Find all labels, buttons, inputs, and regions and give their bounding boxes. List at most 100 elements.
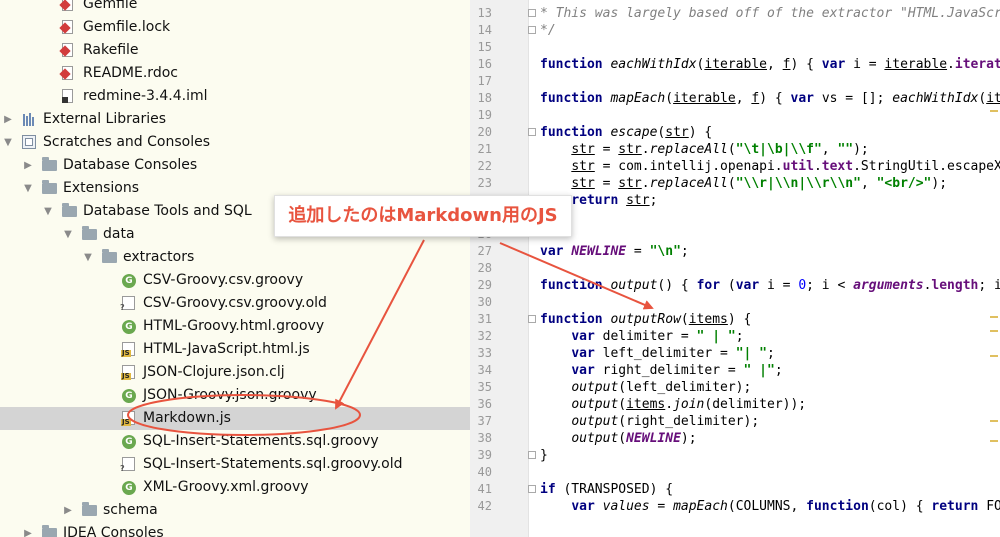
expanded-arrow-icon[interactable]: ▼: [42, 200, 54, 223]
code-text: str = str.replaceAll("\\r|\\n|\\r\\n", "…: [540, 175, 947, 192]
code-line[interactable]: 41 if (TRANSPOSED) {: [470, 481, 1000, 498]
code-line[interactable]: 22 str = com.intellij.openapi.util.text.…: [470, 158, 1000, 175]
tree-item-label: JSON-Clojure.json.clj: [143, 364, 285, 380]
code-line[interactable]: 42 var values = mapEach(COLUMNS, functio…: [470, 498, 1000, 515]
fold-marker-icon[interactable]: [528, 451, 536, 459]
project-tree: Gemfile Gemfile.lock Rakefile README.rdoc re…: [0, 0, 470, 537]
tree-item[interactable]: G SQL-Insert-Statements.sql.groovy: [0, 430, 470, 453]
code-token: output: [571, 431, 619, 446]
code-token: left_delimiter =: [602, 346, 736, 361]
code-line[interactable]: 34 var right_delimiter = " |";: [470, 362, 1000, 379]
ruby-file-icon: [59, 43, 73, 57]
tree-item[interactable]: ▶ IDEA Consoles: [0, 522, 470, 537]
tree-item[interactable]: Rakefile: [0, 39, 470, 62]
tree-item-label: Scratches and Consoles: [43, 134, 210, 150]
code-line[interactable]: 36 output(items.join(delimiter));: [470, 396, 1000, 413]
line-number: 33: [477, 346, 492, 360]
code-line[interactable]: 27 var NEWLINE = "\n";: [470, 243, 1000, 260]
tree-item[interactable]: G HTML-Groovy.html.groovy: [0, 315, 470, 338]
tree-item[interactable]: SQL-Insert-Statements.sql.groovy.old: [0, 453, 470, 476]
ruby-file-icon: [59, 0, 73, 11]
line-number: 37: [477, 414, 492, 428]
tree-item[interactable]: CSV-Groovy.csv.groovy.old: [0, 292, 470, 315]
collapsed-arrow-icon[interactable]: ▶: [2, 108, 14, 131]
code-token: function: [806, 499, 869, 514]
expanded-arrow-icon[interactable]: ▼: [82, 246, 94, 269]
code-token: " | ": [696, 329, 736, 344]
collapsed-arrow-icon[interactable]: ▶: [62, 499, 74, 522]
code-token: ,: [821, 142, 838, 157]
tree-item[interactable]: redmine-3.4.4.iml: [0, 85, 470, 108]
code-line[interactable]: 28: [470, 260, 1000, 277]
expanded-arrow-icon[interactable]: ▼: [22, 177, 34, 200]
code-token: ;: [774, 363, 783, 378]
code-token: NEWLINE: [626, 431, 681, 446]
fold-marker-icon[interactable]: [528, 315, 536, 323]
code-line[interactable]: 40: [470, 464, 1000, 481]
code-token: (TRANSPOSED) {: [563, 482, 674, 497]
tree-item[interactable]: Markdown.js: [0, 407, 470, 430]
code-editor[interactable]: 13 * This was largely based off of the ex…: [470, 0, 1000, 537]
code-line[interactable]: 37 output(right_delimiter);: [470, 413, 1000, 430]
tree-item[interactable]: JSON-Clojure.json.clj: [0, 361, 470, 384]
expanded-arrow-icon[interactable]: ▼: [2, 131, 14, 154]
collapsed-arrow-icon[interactable]: ▶: [22, 522, 34, 537]
fold-marker-icon[interactable]: [528, 485, 536, 493]
code-token: outputRow: [610, 312, 681, 327]
code-line[interactable]: 31 function outputRow(items) {: [470, 311, 1000, 328]
tree-item[interactable]: G JSON-Groovy.json.groovy: [0, 384, 470, 407]
code-line[interactable]: 38 output(NEWLINE);: [470, 430, 1000, 447]
code-line[interactable]: 29 function output() { for (var i = 0; i …: [470, 277, 1000, 294]
code-line[interactable]: 13 * This was largely based off of the ex…: [470, 5, 1000, 22]
tree-item[interactable]: HTML-JavaScript.html.js: [0, 338, 470, 361]
tree-item[interactable]: ▶ schema: [0, 499, 470, 522]
tree-item-label: README.rdoc: [83, 65, 178, 81]
fold-marker-icon[interactable]: [528, 128, 536, 136]
code-line[interactable]: 15: [470, 39, 1000, 56]
code-line[interactable]: 21 str = str.replaceAll("\t|\b|\\f", "")…: [470, 141, 1000, 158]
code-token: "\t|\b|\\f": [735, 142, 822, 157]
tree-item[interactable]: ▶ Database Consoles: [0, 154, 470, 177]
code-line[interactable]: 39}: [470, 447, 1000, 464]
code-token: ,: [735, 91, 752, 106]
code-line[interactable]: 35 output(left_delimiter);: [470, 379, 1000, 396]
tree-item[interactable]: ▶ External Libraries: [0, 108, 470, 131]
code-text: function output() { for (var i = 0; i < …: [540, 277, 1000, 294]
code-line[interactable]: 32 var delimiter = " | ";: [470, 328, 1000, 345]
fold-marker-icon[interactable]: [528, 9, 536, 17]
code-line[interactable]: 14 */: [470, 22, 1000, 39]
code-token: str: [571, 176, 595, 191]
tree-item[interactable]: ▼ extractors: [0, 246, 470, 269]
tree-item[interactable]: README.rdoc: [0, 62, 470, 85]
tree-item[interactable]: Gemfile.lock: [0, 16, 470, 39]
code-line[interactable]: 18 function mapEach(iterable, f) { var vs…: [470, 90, 1000, 107]
fold-marker-icon[interactable]: [528, 26, 536, 34]
line-number: 27: [477, 244, 492, 258]
code-token: );: [853, 142, 869, 157]
iml-file-icon: [62, 89, 73, 103]
tree-item[interactable]: Gemfile: [0, 0, 470, 16]
collapsed-arrow-icon[interactable]: ▶: [22, 154, 34, 177]
expanded-arrow-icon[interactable]: ▼: [62, 223, 74, 246]
code-line[interactable]: 19: [470, 107, 1000, 124]
code-line[interactable]: 30: [470, 294, 1000, 311]
tree-item[interactable]: G XML-Groovy.xml.groovy: [0, 476, 470, 499]
tree-item[interactable]: G CSV-Groovy.csv.groovy: [0, 269, 470, 292]
code-line[interactable]: 23 str = str.replaceAll("\\r|\\n|\\r\\n"…: [470, 175, 1000, 192]
tree-item-label: Rakefile: [83, 42, 139, 58]
code-token: output: [571, 414, 619, 429]
code-line[interactable]: 17: [470, 73, 1000, 90]
code-token: NEWLINE: [571, 244, 627, 259]
tree-item[interactable]: ▼ Scratches and Consoles: [0, 131, 470, 154]
code-token: text: [821, 159, 854, 174]
code-token: (: [680, 312, 689, 327]
code-token: =: [594, 142, 619, 157]
code-line[interactable]: 16 function eachWithIdx(iterable, f) { va…: [470, 56, 1000, 73]
line-number: 30: [477, 295, 492, 309]
code-token: delimiter =: [602, 329, 697, 344]
code-line[interactable]: 33 var left_delimiter = "| ";: [470, 345, 1000, 362]
code-token: arguments: [853, 278, 924, 293]
code-line[interactable]: 20 function escape(str) {: [470, 124, 1000, 141]
